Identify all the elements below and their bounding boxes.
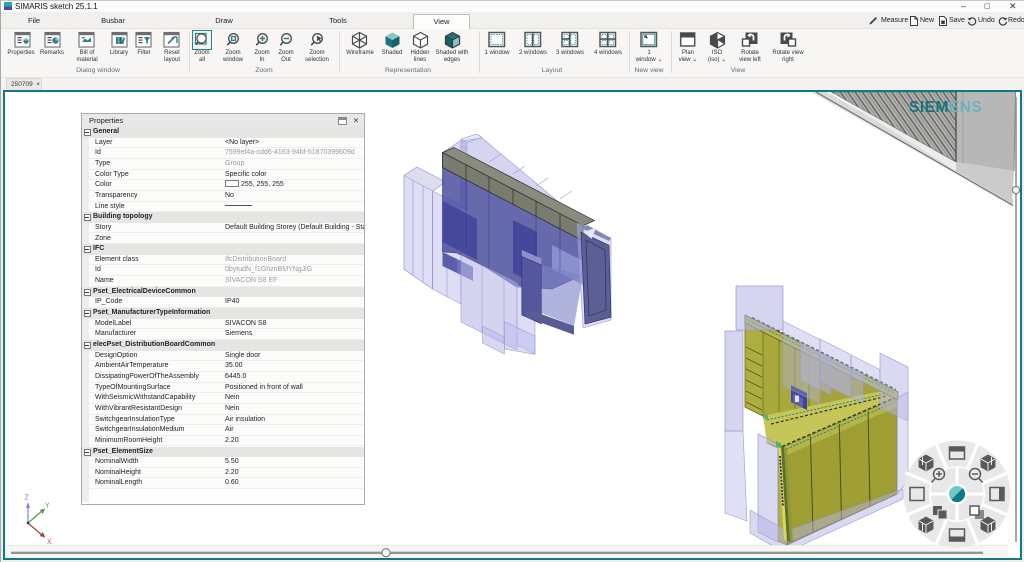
- svg-text:Z: Z: [25, 495, 30, 502]
- svg-text:SIEMENS: SIEMENS: [909, 99, 982, 116]
- svg-text:Y: Y: [45, 503, 50, 510]
